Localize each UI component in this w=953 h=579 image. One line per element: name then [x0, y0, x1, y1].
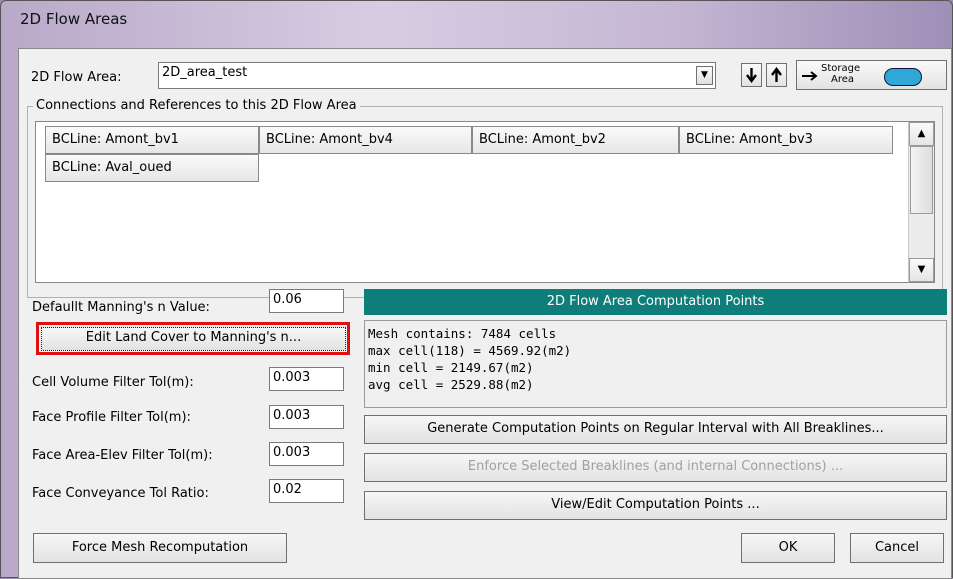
- connection-item[interactable]: BCLine: Amont_bv4: [259, 126, 472, 154]
- arrow-down-icon: [746, 68, 757, 83]
- force-mesh-recomputation-button[interactable]: Force Mesh Recomputation: [33, 533, 287, 563]
- flow-area-label: 2D Flow Area:: [31, 70, 122, 85]
- connections-scrollbar[interactable]: ▲ ▼: [908, 122, 934, 282]
- manning-input[interactable]: 0.06: [269, 289, 344, 313]
- scroll-up-icon[interactable]: ▲: [909, 122, 934, 146]
- connection-item[interactable]: BCLine: Amont_bv3: [679, 126, 893, 154]
- area-label: Area: [831, 74, 855, 85]
- arrow-up-icon: [771, 67, 782, 82]
- face-profile-label: Face Profile Filter Tol(m):: [32, 410, 191, 425]
- storage-area-button[interactable]: Storage Area: [796, 60, 947, 90]
- arrow-right-icon: [802, 71, 818, 81]
- enforce-breaklines-button[interactable]: Enforce Selected Breaklines (and interna…: [364, 453, 947, 482]
- flow-area-value: 2D_area_test: [162, 65, 248, 80]
- window-title: 2D Flow Areas: [20, 10, 128, 28]
- dialog-client-area: 2D Flow Area: 2D_area_test ▼ Storage Are…: [18, 48, 952, 579]
- face-area-elev-label: Face Area-Elev Filter Tol(m):: [32, 448, 213, 463]
- face-area-elev-input[interactable]: 0.003: [269, 442, 344, 466]
- dropdown-arrow-icon[interactable]: ▼: [696, 66, 713, 85]
- mesh-info-box: Mesh contains: 7484 cells max cell(118) …: [364, 320, 947, 408]
- flow-area-select[interactable]: 2D_area_test ▼: [158, 62, 716, 89]
- scroll-thumb[interactable]: [910, 146, 933, 214]
- cell-volume-label: Cell Volume Filter Tol(m):: [32, 375, 194, 390]
- face-profile-input[interactable]: 0.003: [269, 405, 344, 429]
- mesh-info-line: Mesh contains: 7484 cells: [368, 326, 557, 341]
- cancel-button[interactable]: Cancel: [850, 533, 944, 563]
- scroll-down-icon[interactable]: ▼: [909, 258, 934, 282]
- connection-item[interactable]: BCLine: Amont_bv2: [472, 126, 679, 154]
- mesh-info-line: max cell(118) = 4569.92(m2): [368, 343, 572, 358]
- manning-label: Defaullt Manning's n Value:: [32, 300, 210, 315]
- face-conveyance-input[interactable]: 0.02: [269, 479, 344, 503]
- face-conveyance-label: Face Conveyance Tol Ratio:: [32, 486, 209, 501]
- storage-label: Storage: [821, 63, 861, 74]
- edit-land-cover-button[interactable]: Edit Land Cover to Manning's n...: [41, 327, 346, 351]
- connection-item[interactable]: BCLine: Aval_oued: [45, 154, 259, 182]
- generate-points-button[interactable]: Generate Computation Points on Regular I…: [364, 415, 947, 444]
- title-bar[interactable]: 2D Flow Areas: [1, 1, 952, 37]
- cell-volume-input[interactable]: 0.003: [269, 367, 344, 391]
- mesh-info-line: min cell = 2149.67(m2): [368, 360, 534, 375]
- move-down-button[interactable]: [741, 63, 762, 87]
- dialog-window: 2D Flow Areas 2D Flow Area: 2D_area_test…: [0, 0, 953, 579]
- connections-group-title: Connections and References to this 2D Fl…: [33, 98, 360, 113]
- move-up-button[interactable]: [766, 63, 787, 87]
- computation-points-header: 2D Flow Area Computation Points: [364, 289, 947, 315]
- ok-button[interactable]: OK: [741, 533, 835, 563]
- view-edit-points-button[interactable]: View/Edit Computation Points ...: [364, 491, 947, 520]
- storage-area-icon: [884, 68, 922, 86]
- connections-list: BCLine: Amont_bv1 BCLine: Amont_bv4 BCLi…: [35, 121, 935, 283]
- mesh-info-line: avg cell = 2529.88(m2): [368, 377, 534, 392]
- connection-item[interactable]: BCLine: Amont_bv1: [45, 126, 259, 154]
